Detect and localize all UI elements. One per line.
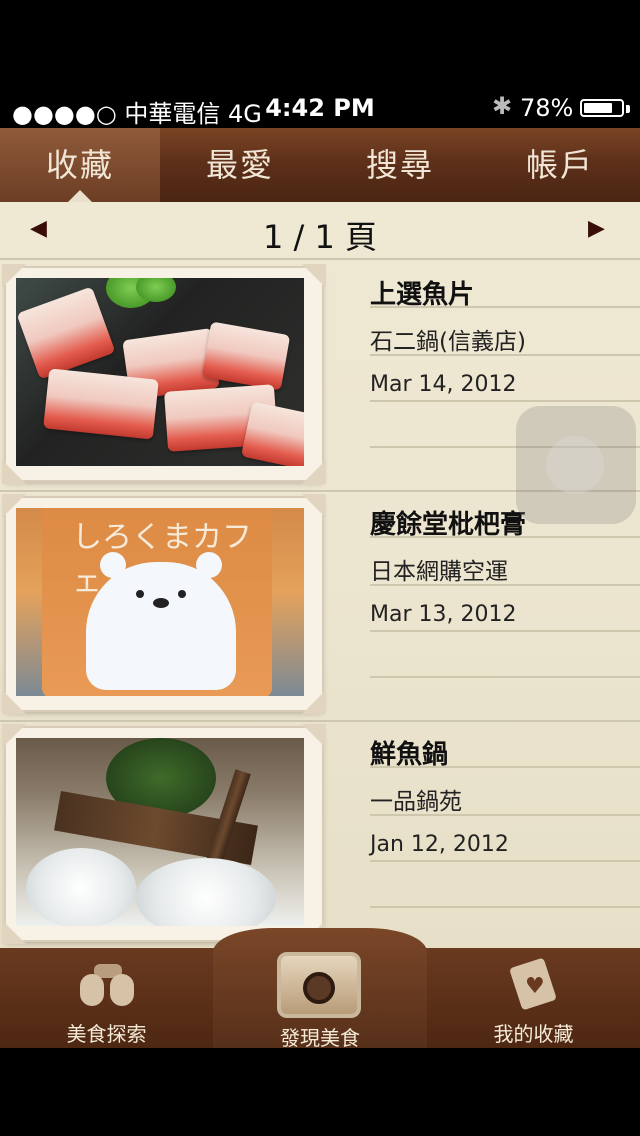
camera-icon [277, 952, 361, 1018]
heart-glyph: ♥ [525, 974, 545, 999]
bear-eye [136, 590, 144, 598]
item-place: 日本網購空運 [370, 559, 508, 585]
frame-corner [302, 690, 326, 714]
bear-ear [196, 552, 222, 578]
item-date: Mar 14, 2012 [370, 372, 517, 397]
lettuce [136, 278, 176, 302]
collection-list: ◀ 1 / 1 頁 ▶ 上選魚片 石二鍋(信義店) Mar 14, 2012 し… [0, 202, 640, 952]
tab-account[interactable]: 帳戶 [480, 128, 640, 202]
polar-bear-graphic [86, 552, 236, 690]
camera-lens [303, 972, 335, 1004]
fish-slice [43, 368, 159, 440]
frame-corner [302, 460, 326, 484]
tab-search[interactable]: 搜尋 [320, 128, 480, 202]
item-date: Mar 13, 2012 [370, 602, 517, 627]
item-title: 鮮魚鍋 [370, 740, 449, 770]
fish-slice [240, 401, 304, 466]
nav-explore-label: 美食探索 [66, 1022, 147, 1046]
bluetooth-icon: ✱ [492, 92, 513, 120]
bear-nose [153, 598, 169, 608]
heart-card-icon: ♥ [507, 957, 561, 1011]
right-triangle-icon[interactable]: ▶ [588, 216, 605, 241]
ruled-line [370, 676, 640, 678]
food-photo-fish-pot [16, 738, 304, 926]
binoculars-icon [80, 964, 136, 1008]
nav-discover[interactable]: 發現美食 [213, 928, 427, 1050]
photo-frame [2, 724, 326, 944]
bear-ear [100, 552, 126, 578]
bear-eye [178, 590, 186, 598]
page-indicator: 1 / 1 頁 [262, 218, 378, 256]
salt-ice [26, 848, 136, 926]
salt-ice [136, 858, 276, 926]
product-bag: しろくまカフェ [42, 508, 272, 696]
binoculars-lens [110, 974, 134, 1006]
item-place: 石二鍋(信義店) [370, 329, 526, 355]
nav-explore[interactable]: 美食探索 [0, 948, 213, 1048]
item-title: 慶餘堂枇杷膏 [370, 510, 527, 540]
screen-bottom-edge [0, 1048, 640, 1136]
ruled-line [370, 906, 640, 908]
pager: ◀ 1 / 1 頁 ▶ [0, 202, 640, 260]
item-place: 一品鍋苑 [370, 789, 462, 815]
frame-corner [302, 264, 326, 288]
fish-slice [16, 286, 116, 380]
nav-my-collection[interactable]: ♥ 我的收藏 [427, 948, 640, 1048]
ruled-line [370, 860, 640, 862]
photo-frame: しろくまカフェ [2, 494, 326, 714]
battery-percentage: 78% [520, 94, 574, 122]
food-photo-fish-slices [16, 278, 304, 466]
battery-icon [580, 99, 630, 117]
battery-fill [584, 103, 612, 113]
ruled-line [370, 400, 640, 402]
item-date: Jan 12, 2012 [370, 832, 509, 857]
status-bar: ●●●●○ 中華電信 4G 4:42 PM ✱ 78% [0, 88, 640, 128]
assistive-touch-ring [546, 436, 604, 494]
food-photo-bear-bag: しろくまカフェ [16, 508, 304, 696]
assistive-touch-button[interactable] [516, 406, 636, 524]
item-title: 上選魚片 [370, 280, 475, 310]
bottom-nav-bar: 美食探索 發現美食 ♥ 我的收藏 [0, 928, 640, 1050]
frame-corner [302, 494, 326, 518]
photo-frame [2, 264, 326, 484]
binoculars-lens [80, 974, 104, 1006]
battery-nub [626, 105, 630, 113]
nav-discover-label: 發現美食 [280, 1026, 360, 1050]
active-tab-pointer [68, 190, 92, 202]
ruled-line [370, 630, 640, 632]
list-item[interactable]: しろくまカフェ 慶餘堂枇杷膏 日本網購空運 Mar 13, 2012 [0, 490, 640, 722]
tab-favorites[interactable]: 最愛 [160, 128, 320, 202]
top-tab-bar: 收藏 最愛 搜尋 帳戶 [0, 128, 640, 202]
nav-my-collection-label: 我的收藏 [493, 1022, 574, 1046]
frame-corner [302, 724, 326, 748]
list-item[interactable]: 鮮魚鍋 一品鍋苑 Jan 12, 2012 [0, 720, 640, 952]
